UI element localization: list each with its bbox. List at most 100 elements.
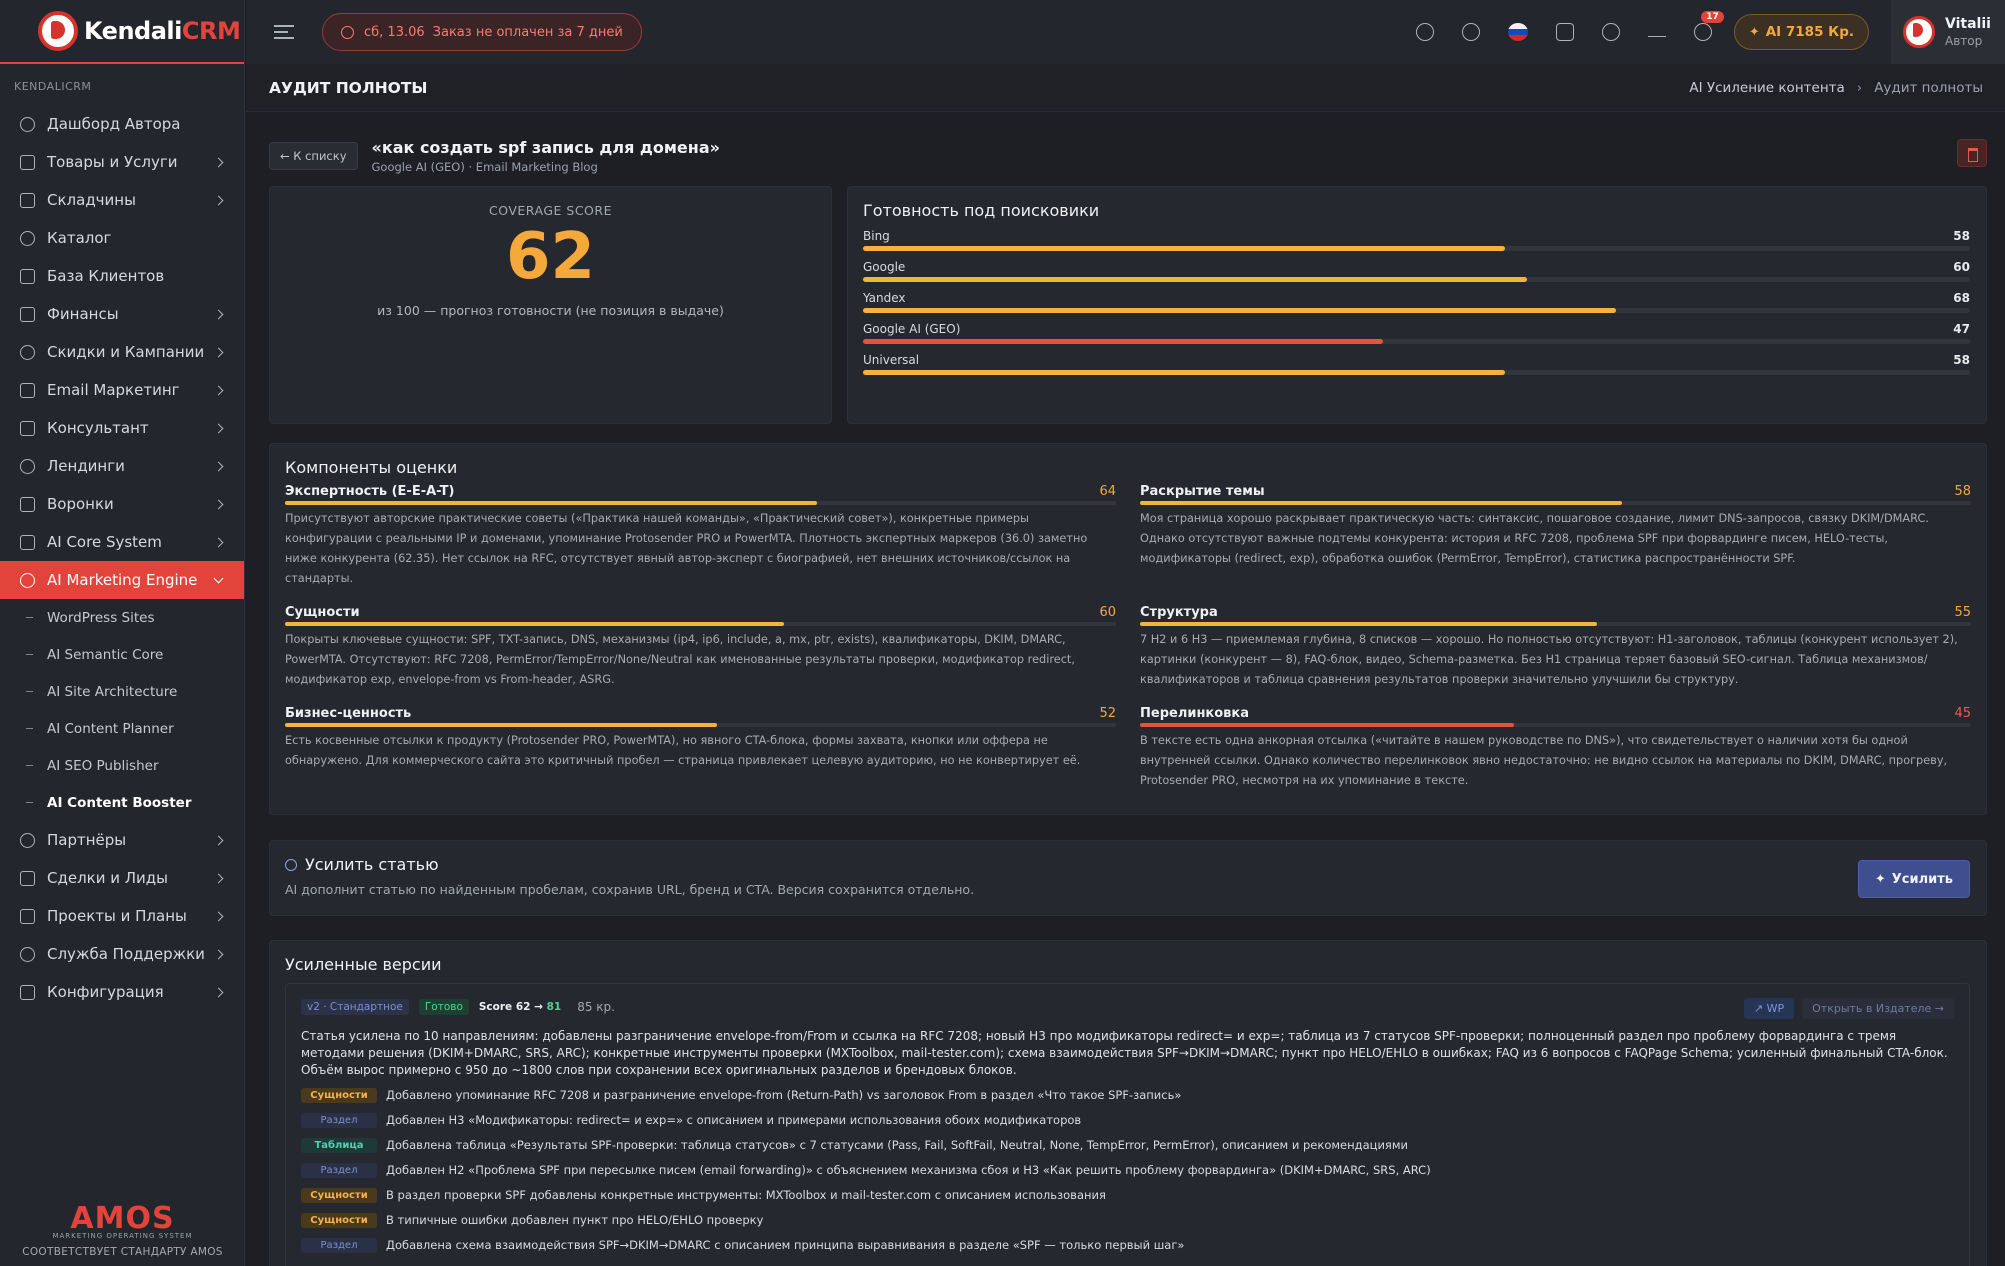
nav-icon	[20, 496, 35, 512]
component-name: Раскрытие темы	[1140, 484, 1265, 499]
component-bar-track	[1140, 501, 1971, 505]
sidebar-item-11[interactable]: AI Core System	[0, 523, 244, 561]
coverage-score-label: COVERAGE SCORE	[489, 203, 612, 218]
sidebar-subitem[interactable]: WordPress Sites	[0, 599, 244, 636]
sidebar-item-7[interactable]: Email Маркетинг	[0, 371, 244, 409]
engine-bar-track	[863, 277, 1970, 282]
sidebar-item-0[interactable]: Дашборд Автора	[0, 105, 244, 143]
engine-row: Yandex 68	[863, 291, 1970, 313]
sidebar-subitem[interactable]: AI Semantic Core	[0, 636, 244, 673]
change-text: В типичные ошибки добавлен пункт про HEL…	[386, 1213, 764, 1227]
engine-name: Google AI (GEO)	[863, 322, 961, 336]
nav-icon	[20, 458, 35, 474]
brand[interactable]: KendaliCRM	[0, 0, 244, 64]
sidebar-subitem[interactable]: AI Content Planner	[0, 710, 244, 747]
activity-pulse-icon[interactable]	[1647, 27, 1666, 37]
nav-icon	[20, 832, 35, 848]
sidebar-item-label: Консультант	[47, 419, 149, 437]
sidebar-item-3[interactable]: Служба Поддержки	[0, 935, 244, 973]
article-subtitle: Google AI (GEO) · Email Marketing Blog	[371, 160, 598, 174]
chevron-right-icon	[213, 987, 224, 997]
chevron-right-icon	[213, 385, 224, 395]
support-headset-icon[interactable]	[1461, 23, 1480, 41]
page-header: АУДИТ ПОЛНОТЫ AI Усиление контента › Ауд…	[246, 64, 2005, 112]
delete-trash-icon[interactable]	[1957, 139, 1987, 167]
amos-badge: AMOS MARKETING OPERATING SYSTEM СООТВЕТС…	[0, 1201, 245, 1258]
sidebar-item-0[interactable]: Партнёры	[0, 821, 244, 859]
page-title: АУДИТ ПОЛНОТЫ	[269, 78, 428, 97]
engine-score: 47	[1953, 322, 1970, 336]
component-description: Покрыты ключевые сущности: SPF, TXT-запи…	[285, 633, 1075, 686]
change-text: В раздел проверки SPF добавлены конкретн…	[386, 1188, 1106, 1202]
component-score: 60	[1099, 605, 1116, 620]
change-type-badge: Раздел	[301, 1237, 377, 1253]
nav-icon	[20, 230, 35, 246]
sidebar: KendaliCRM KENDALICRM Дашборд Автора Това…	[0, 0, 245, 1266]
dash-icon	[26, 801, 33, 804]
location-icon[interactable]	[1415, 23, 1434, 41]
external-link-icon: ↗	[1753, 1002, 1767, 1015]
sidebar-item-6[interactable]: Скидки и Кампании	[0, 333, 244, 371]
notifications-count: 17	[1701, 11, 1724, 23]
component-item: Экспертность (E-E-A-T) 64 Присутствуют авт…	[285, 484, 1116, 589]
open-in-editor-button[interactable]: Открыть в Издателе →	[1802, 998, 1954, 1019]
sidebar-item-12[interactable]: AI Marketing Engine	[0, 561, 244, 599]
back-to-list-button[interactable]: ← К списку	[269, 142, 358, 170]
component-item: Раскрытие темы 58 Моя страница хорошо раск…	[1140, 484, 1971, 589]
engine-name: Universal	[863, 353, 920, 367]
sidebar-item-4[interactable]: Конфигурация	[0, 973, 244, 1011]
component-bar-track	[1140, 622, 1971, 626]
component-bar-fill	[285, 501, 817, 505]
breadcrumb: AI Усиление контента › Аудит полноты	[1689, 80, 1983, 96]
dash-icon	[26, 616, 33, 619]
boost-button[interactable]: ✦ Усилить	[1857, 860, 1970, 898]
user-role: Автор	[1945, 34, 1983, 48]
ai-credits-button[interactable]: ✦ AI 7185 Кр.	[1733, 14, 1869, 50]
notifications-bell-icon[interactable]: 17	[1693, 11, 1724, 41]
fullscreen-icon[interactable]	[1555, 23, 1574, 41]
sidebar-item-label: Воронки	[47, 495, 114, 513]
sidebar-item-4[interactable]: База Клиентов	[0, 257, 244, 295]
unpaid-order-alert[interactable]: сб, 13.06 Заказ не оплачен за 7 дней	[322, 13, 642, 51]
engine-list: Bing 58 Google 60 Yandex 68 Google AI (GEO) 47 U…	[863, 229, 1970, 375]
sidebar-item-8[interactable]: Консультант	[0, 409, 244, 447]
menu-toggle-icon[interactable]	[274, 25, 294, 39]
version-item: v2 · Стандартное Готово Score 62 → 81 85…	[285, 983, 1970, 1266]
breadcrumb-parent-link[interactable]: AI Усиление контента	[1689, 80, 1844, 96]
dash-icon	[26, 764, 33, 767]
sidebar-item-5[interactable]: Финансы	[0, 295, 244, 333]
engine-row: Universal 58	[863, 353, 1970, 375]
nav-icon	[20, 382, 35, 398]
chevron-right-icon	[213, 499, 224, 509]
sidebar-item-1[interactable]: Товары и Услуги	[0, 143, 244, 181]
sidebar-subitem-label: AI Site Architecture	[47, 683, 178, 700]
language-flag-ru-icon[interactable]	[1507, 23, 1528, 41]
nav-icon	[20, 572, 35, 588]
sidebar-item-2[interactable]: Проекты и Планы	[0, 897, 244, 935]
user-menu[interactable]: Vitalii Автор	[1891, 0, 2005, 64]
sidebar-subitem[interactable]: AI SEO Publisher	[0, 747, 244, 784]
component-bar-fill	[1140, 723, 1514, 727]
alert-text: Заказ не оплачен за 7 дней	[432, 24, 623, 40]
sidebar-item-9[interactable]: Лендинги	[0, 447, 244, 485]
theme-sun-icon[interactable]	[1601, 23, 1620, 41]
sidebar-item-1[interactable]: Сделки и Лиды	[0, 859, 244, 897]
component-description: 7 H2 и 6 H3 — приемлемая глубина, 8 спис…	[1140, 633, 1958, 686]
change-type-badge: Раздел	[301, 1112, 377, 1128]
engine-name: Bing	[863, 229, 890, 243]
sidebar-subitem[interactable]: AI Site Architecture	[0, 673, 244, 710]
sidebar-item-10[interactable]: Воронки	[0, 485, 244, 523]
engine-bar-fill	[863, 277, 1528, 282]
chevron-right-icon	[213, 949, 224, 959]
component-item: Сущности 60 Покрыты ключевые сущности: SPF…	[285, 605, 1116, 690]
sidebar-subitem[interactable]: AI Content Booster	[0, 784, 244, 821]
sidebar-item-label: Партнёры	[47, 831, 127, 849]
sidebar-item-2[interactable]: Складчины	[0, 181, 244, 219]
avatar	[1903, 16, 1935, 48]
sidebar-item-label: Товары и Услуги	[47, 153, 178, 171]
engine-score: 60	[1953, 260, 1970, 274]
open-in-wordpress-button[interactable]: ↗ WP	[1743, 998, 1795, 1019]
boosted-versions-card: Усиленные версии v2 · Стандартное Готово…	[269, 940, 1987, 1266]
sidebar-item-3[interactable]: Каталог	[0, 219, 244, 257]
sidebar-item-label: Сделки и Лиды	[47, 869, 168, 887]
